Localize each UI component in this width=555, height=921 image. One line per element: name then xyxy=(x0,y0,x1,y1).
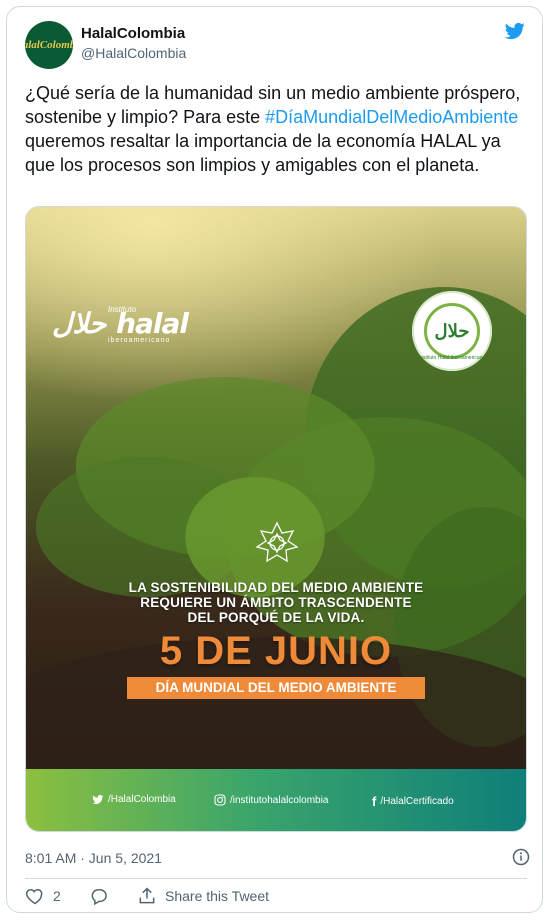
twitter-bird-icon[interactable] xyxy=(504,21,526,41)
brand-top-text: Instituto xyxy=(108,305,137,314)
event-name-banner: DÍA MUNDIAL DEL MEDIO AMBIENTE xyxy=(127,677,425,699)
social-facebook: f /HalalCertificado xyxy=(372,794,454,809)
tweet-card: HalalColombia HalalColombia @HalalColomb… xyxy=(6,6,543,913)
halal-seal: حلال Instituto Halal Iberoamericano xyxy=(412,291,492,371)
share-icon xyxy=(139,887,155,904)
seal-caption: Instituto Halal Iberoamericano xyxy=(418,355,486,361)
brand-bottom-text: iberoamericano xyxy=(108,337,171,344)
event-date: 5 DE JUNIO xyxy=(159,629,393,673)
facebook-icon: f xyxy=(372,794,377,809)
display-name[interactable]: HalalColombia xyxy=(81,25,185,42)
instagram-icon xyxy=(214,794,226,806)
message-line-2: REQUIERE UN ÁMBITO TRASCENDENTE xyxy=(140,595,412,610)
reply-button[interactable] xyxy=(89,886,109,906)
like-button[interactable]: 2 xyxy=(25,886,61,906)
heart-icon xyxy=(25,888,43,905)
user-handle[interactable]: @HalalColombia xyxy=(81,45,186,61)
like-count: 2 xyxy=(53,888,61,904)
avatar-logo-text: HalalColombia xyxy=(25,39,73,51)
geometric-star-ornament-icon xyxy=(255,521,299,563)
hashtag-link[interactable]: #DíaMundialDelMedioAmbiente xyxy=(265,107,518,127)
message-line-3: DEL PORQUÉ DE LA VIDA. xyxy=(187,610,365,625)
message-line-1: LA SOSTENIBILIDAD DEL MEDIO AMBIENTE xyxy=(128,580,424,595)
social-twitter-label: /HalalColombia xyxy=(108,794,176,805)
info-icon[interactable] xyxy=(512,848,530,866)
share-button[interactable]: Share this Tweet xyxy=(137,886,269,906)
avatar[interactable]: HalalColombia xyxy=(25,21,73,69)
social-facebook-label: /HalalCertificado xyxy=(380,796,454,807)
twitter-small-icon xyxy=(92,795,104,804)
social-instagram-label: /institutohalalcolombia xyxy=(230,794,329,806)
social-twitter: /HalalColombia xyxy=(92,794,176,805)
instituto-halal-logo: Instituto حلال halal iberoamericano xyxy=(52,305,189,344)
tweet-media-image[interactable]: Instituto حلال halal iberoamericano حلال… xyxy=(25,206,527,832)
tweet-timestamp[interactable]: 8:01 AM · Jun 5, 2021 xyxy=(25,850,162,866)
divider xyxy=(25,878,527,879)
reply-icon xyxy=(91,889,107,906)
seal-arabic-text: حلال xyxy=(424,303,480,359)
social-instagram: /institutohalalcolombia xyxy=(214,794,328,806)
tweet-text: ¿Qué sería de la humanidad sin un medio … xyxy=(25,81,525,177)
share-label: Share this Tweet xyxy=(165,888,270,904)
tweet-text-part2: queremos resaltar la importancia de la e… xyxy=(25,131,501,175)
